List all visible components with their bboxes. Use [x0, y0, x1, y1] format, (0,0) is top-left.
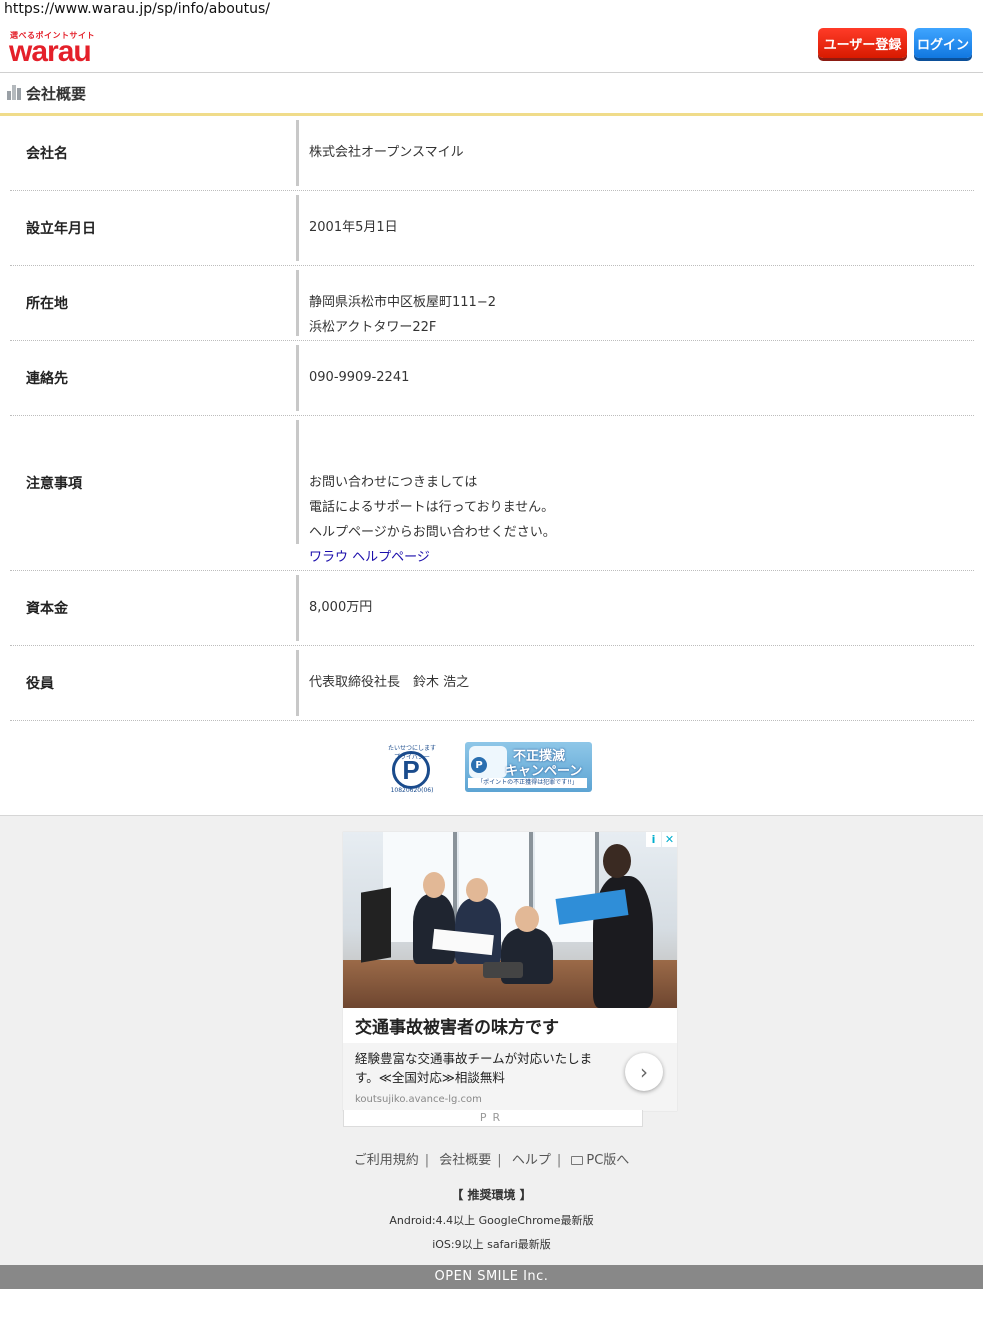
building-icon — [7, 85, 21, 100]
site-header: 選べるポイントサイト warau ユーザー登録 ログイン — [0, 22, 983, 73]
ad-title[interactable]: 交通事故被害者の味方です — [355, 1013, 559, 1038]
ad-close-icon[interactable]: ✕ — [662, 832, 677, 847]
register-button[interactable]: ユーザー登録 — [818, 28, 907, 58]
recommended-env-title: 【 推奨環境 】 — [451, 1188, 532, 1202]
ad-info-icon[interactable]: i — [646, 832, 661, 847]
help-link[interactable]: ヘルプ — [512, 1153, 551, 1168]
footer-links: ご利用規約 | 会社概要 | ヘルプ | PC版へ — [353, 1153, 630, 1168]
chevron-right-icon[interactable]: › — [625, 1053, 663, 1091]
company-info-link[interactable]: 会社概要 — [439, 1153, 491, 1168]
ad-banner[interactable]: i ✕ 交通事故被害者の味方です 経験豊富な交通事故チームが対応いたします。≪全… — [343, 832, 677, 1111]
browser-url: https://www.warau.jp/sp/info/aboutus/ — [4, 1, 271, 17]
section-header: 会社概要 — [0, 73, 983, 116]
login-button[interactable]: ログイン — [914, 28, 972, 58]
table-row-capital: 資本金 8,000万円 — [10, 571, 974, 646]
row-value: 代表取締役社長 鈴木 浩之 — [309, 675, 470, 690]
ad-body: 経験豊富な交通事故チームが対応いたします。≪全国対応≫相談無料 koutsuji… — [343, 1043, 677, 1111]
row-label: 注意事項 — [26, 476, 82, 492]
footer-area: i ✕ 交通事故被害者の味方です 経験豊富な交通事故チームが対応いたします。≪全… — [0, 815, 983, 1266]
table-row-notice: 注意事項 お問い合わせにつきましては 電話によるサポートは行っておりません。 ヘ… — [10, 416, 974, 571]
table-row-company-name: 会社名 株式会社オープンスマイル — [10, 116, 974, 191]
row-value: 2001年5月1日 — [309, 220, 398, 235]
ad-photo — [343, 832, 677, 1008]
table-row-contact: 連絡先 090-9909-2241 — [10, 341, 974, 416]
row-label: 設立年月日 — [26, 221, 96, 237]
row-value: 静岡県浜松市中区板屋町111−2 浜松アクトタワー22F — [309, 295, 496, 335]
row-value: 090-9909-2241 — [309, 370, 410, 385]
fraud-campaign-banner[interactable]: P 不正撲滅 キャンペーン 「ポイントの不正獲得は犯罪です!!」 — [465, 742, 592, 792]
company-info-table: 会社名 株式会社オープンスマイル 設立年月日 2001年5月1日 所在地 静岡県… — [10, 116, 974, 721]
certification-badges: たいせつにしますプライバシー P 10820620(06) P 不正撲滅 キャン… — [0, 721, 983, 815]
row-value: 株式会社オープンスマイル — [309, 145, 464, 160]
copyright-bar: OPEN SMILE Inc. — [0, 1265, 983, 1289]
page-title: 会社概要 — [26, 85, 87, 103]
row-label: 会社名 — [26, 146, 68, 162]
row-label: 所在地 — [26, 296, 68, 312]
row-label: 役員 — [26, 676, 54, 692]
ad-description: 経験豊富な交通事故チームが対応いたします。≪全国対応≫相談無料 — [355, 1051, 593, 1085]
point-p-icon: P — [471, 757, 487, 773]
row-value: 8,000万円 — [309, 600, 373, 615]
logo-wordmark: warau — [9, 35, 92, 68]
pc-version-link[interactable]: PC版へ — [571, 1153, 629, 1168]
help-page-link[interactable]: ワラウ ヘルプページ — [309, 550, 430, 565]
row-label: 資本金 — [26, 601, 68, 617]
privacy-p-icon: P — [392, 751, 430, 789]
privacy-mark-badge[interactable]: たいせつにしますプライバシー P 10820620(06) — [388, 743, 436, 795]
pr-label: PR — [343, 1110, 643, 1127]
terms-link[interactable]: ご利用規約 — [354, 1153, 419, 1168]
env-ios: iOS:9以上 safari最新版 — [432, 1238, 551, 1251]
row-value: お問い合わせにつきましては 電話によるサポートは行っておりません。 ヘルプページ… — [309, 475, 556, 565]
monitor-icon — [571, 1156, 584, 1165]
ad-domain: koutsujiko.avance-lg.com — [355, 1094, 482, 1105]
table-row-founded: 設立年月日 2001年5月1日 — [10, 191, 974, 266]
table-row-officers: 役員 代表取締役社長 鈴木 浩之 — [10, 646, 974, 721]
row-label: 連絡先 — [26, 371, 68, 387]
warau-logo[interactable]: 選べるポイントサイト warau — [9, 30, 118, 68]
env-android: Android:4.4以上 GoogleChrome最新版 — [389, 1214, 594, 1227]
table-row-address: 所在地 静岡県浜松市中区板屋町111−2 浜松アクトタワー22F — [10, 266, 974, 341]
